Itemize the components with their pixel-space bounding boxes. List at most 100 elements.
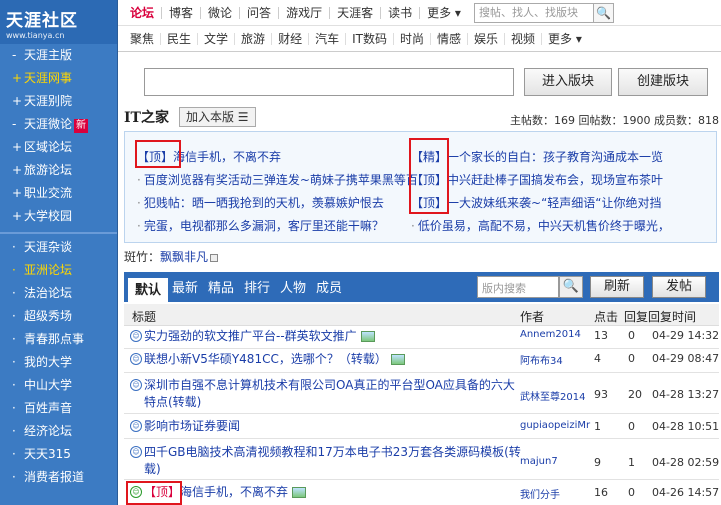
tab-members[interactable]: 成员 <box>314 276 344 302</box>
subnav-item[interactable]: 娱乐 <box>468 32 506 45</box>
sub-nav: 聚焦 民生 文学 旅游 财经 汽车 IT数码 时尚 情感 娱乐 视频 更多 ▾ <box>118 26 721 52</box>
table-row[interactable]: ☺ 深圳市自强不息计算机技术有限公司OA真正的平台型OA应具备的六大特点(转载)… <box>124 374 719 414</box>
post-status-icon: ☺ <box>130 446 142 458</box>
sidebar-board-item[interactable]: · 超级秀场 <box>0 305 117 328</box>
subnav-item[interactable]: IT数码 <box>346 32 394 45</box>
sidebar-item-tianya-weilun[interactable]: - 天涯微论新 <box>0 113 117 136</box>
post-replies: 0 <box>628 486 635 499</box>
sidebar-item-campus[interactable]: + 大学校园 <box>0 205 117 228</box>
site-search-input[interactable]: 搜帖、找人、找版块 <box>473 2 594 23</box>
subnav-item[interactable]: 民生 <box>161 32 199 45</box>
sidebar-item-tianya-wangshi[interactable]: + 天涯网事 <box>0 67 117 90</box>
sidebar-board-item[interactable]: · 百姓声音 <box>0 397 117 420</box>
subnav-item[interactable]: 情感 <box>431 32 468 45</box>
topnav-item[interactable]: 读书 <box>381 6 421 19</box>
subnav-item[interactable]: 汽车 <box>309 32 347 45</box>
post-author[interactable]: gupiaopeiziMr <box>520 420 596 431</box>
message-icon[interactable] <box>210 253 219 262</box>
sidebar-board-item[interactable]: · 法治论坛 <box>0 282 117 305</box>
post-author[interactable]: Annem2014 <box>520 329 596 340</box>
join-board-button[interactable]: 加入本版 ☰ <box>178 107 256 127</box>
rec-post[interactable]: · 百度浏览器有奖活动三弹连发~萌妹子携苹果黑等百 <box>137 169 418 191</box>
post-title[interactable]: 深圳市自强不息计算机技术有限公司OA真正的平台型OA应具备的六大特点(转载) <box>144 378 515 409</box>
subnav-item[interactable]: 旅游 <box>235 32 273 45</box>
tianya-logo[interactable]: 天涯社区 www.tianya.cn <box>0 0 117 44</box>
subnav-item[interactable]: 视频 <box>505 32 543 45</box>
sidebar-item-career[interactable]: + 职业交流 <box>0 182 117 205</box>
sidebar: 天涯社区 www.tianya.cn - 天涯主版 + 天涯网事 + 天涯别院 - 天涯… <box>0 0 118 505</box>
subnav-item[interactable]: 文学 <box>198 32 236 45</box>
tab-latest[interactable]: 最新 <box>170 276 200 302</box>
topnav-item[interactable]: 论坛 <box>130 6 163 19</box>
topnav-item[interactable]: 问答 <box>240 6 280 19</box>
sidebar-board-item[interactable]: · 亚洲论坛 <box>0 259 117 282</box>
subnav-item[interactable]: 财经 <box>272 32 310 45</box>
sidebar-item-travel[interactable]: + 旅游论坛 <box>0 159 117 182</box>
sidebar-board-item[interactable]: · 消费者报道 <box>0 466 117 489</box>
board-search-input[interactable] <box>144 68 514 96</box>
post-title[interactable]: 联想小新V5华硕Y481CC，选哪个？（转载） <box>144 352 387 366</box>
board-inner-search-input[interactable]: 版内搜索 <box>477 276 559 298</box>
sidebar-board-item[interactable]: · 天天315 <box>0 443 117 466</box>
rec-post[interactable]: · 完蛋，电视都那么多漏洞，客厅里还能干嘛？ <box>137 215 384 237</box>
post-status-icon: ☺ <box>130 420 142 432</box>
search-icon[interactable]: 🔍 <box>593 2 614 23</box>
topnav-item[interactable]: 微论 <box>201 6 241 19</box>
post-status-icon: ☺ <box>130 379 142 391</box>
moderator-line: 斑竹：飘飘非凡 <box>124 248 219 266</box>
topnav-item[interactable]: 游戏厅 <box>279 6 331 19</box>
post-status-icon: ☺ <box>130 353 142 365</box>
post-title[interactable]: 实力强劲的软文推广平台--群英软文推广 <box>144 329 357 343</box>
tab-ranking[interactable]: 排行 <box>242 276 272 302</box>
post-title[interactable]: 海信手机，不离不弃 <box>180 485 288 499</box>
sidebar-board-item[interactable]: · 经济论坛 <box>0 420 117 443</box>
tab-featured[interactable]: 精品 <box>206 276 236 302</box>
create-board-button[interactable]: 创建版块 <box>618 68 708 96</box>
subnav-more[interactable]: 更多 ▾ <box>542 33 588 45</box>
topnav-item[interactable]: 天涯客 <box>330 6 382 19</box>
post-title[interactable]: 影响市场证券要闻 <box>144 419 240 433</box>
rec-post[interactable]: · 犯贱帖：晒一晒我抢到的天机，羡慕嫉妒恨去 <box>137 192 384 214</box>
tab-people[interactable]: 人物 <box>278 276 308 302</box>
rec-post[interactable]: · 低价虽易，高配不易，中兴天机售价终于曝光， <box>411 215 670 237</box>
post-reply-time: 04-28 10:51 <box>652 420 720 433</box>
post-clicks: 93 <box>594 388 608 401</box>
enter-board-button[interactable]: 进入版块 <box>524 68 612 96</box>
table-row[interactable]: ☺ 实力强劲的软文推广平台--群英软文推广 Annem2014 13 0 04-… <box>124 327 719 349</box>
table-row[interactable]: ☺ 联想小新V5华硕Y481CC，选哪个？（转载） 阿布布34 4 0 04-2… <box>124 350 719 373</box>
highlight-box <box>126 481 182 505</box>
post-author[interactable]: 阿布布34 <box>520 352 596 367</box>
tab-default[interactable]: 默认 <box>128 276 168 302</box>
post-tabs: 默认 最新 精品 排行 人物 成员 版内搜索 🔍 刷新 发帖 <box>124 272 719 302</box>
topnav-item[interactable]: 博客 <box>162 6 202 19</box>
table-header: 标题 作者 点击 回复 回复时间 <box>124 304 719 326</box>
board-stats: 主帖数：169 回帖数：1900 成员数：818 <box>510 114 719 127</box>
search-icon[interactable]: 🔍 <box>559 276 583 298</box>
post-author[interactable]: 武林至尊2014 <box>520 388 596 403</box>
top-nav: 论坛 博客 微论 问答 游戏厅 天涯客 读书 更多 ▾ 搜帖、找人、找版块 🔍 <box>118 0 721 26</box>
new-post-button[interactable]: 发帖 <box>652 276 706 298</box>
post-title[interactable]: 四千GB电脑技术高清视频教程和17万本电子书23万套各类源码模板(转载) <box>144 445 521 476</box>
table-row[interactable]: ☺ 【顶】海信手机，不离不弃 我们分手 16 0 04-26 14:57 <box>124 481 719 505</box>
subnav-item[interactable]: 时尚 <box>394 32 431 45</box>
topnav-more[interactable]: 更多 ▾ <box>420 7 468 19</box>
sidebar-item-tianya-bieyuan[interactable]: + 天涯别院 <box>0 90 117 113</box>
highlight-box <box>135 140 181 168</box>
sidebar-board-item[interactable]: · 青春那点事 <box>0 328 117 351</box>
table-row[interactable]: ☺ 影响市场证券要闻 gupiaopeiziMr 1 0 04-28 10:51 <box>124 415 719 439</box>
subnav-item[interactable]: 聚焦 <box>130 32 162 45</box>
table-row[interactable]: ☺ 四千GB电脑技术高清视频教程和17万本电子书23万套各类源码模板(转载) m… <box>124 440 719 480</box>
board-title: IT之家 <box>124 110 169 126</box>
moderator-link[interactable]: 飘飘非凡 <box>160 250 208 264</box>
sidebar-board-item[interactable]: · 天涯杂谈 <box>0 236 117 259</box>
post-replies: 0 <box>628 420 635 433</box>
sidebar-board-item[interactable]: · 中山大学 <box>0 374 117 397</box>
sidebar-item-tianya-main[interactable]: - 天涯主版 <box>0 44 117 67</box>
post-author[interactable]: majun7 <box>520 456 596 467</box>
post-author[interactable]: 我们分手 <box>520 486 596 501</box>
sidebar-item-region[interactable]: + 区域论坛 <box>0 136 117 159</box>
sidebar-board-item[interactable]: · 我的大学 <box>0 351 117 374</box>
logo-url: www.tianya.cn <box>6 31 65 40</box>
refresh-button[interactable]: 刷新 <box>590 276 644 298</box>
post-replies: 1 <box>628 456 635 469</box>
